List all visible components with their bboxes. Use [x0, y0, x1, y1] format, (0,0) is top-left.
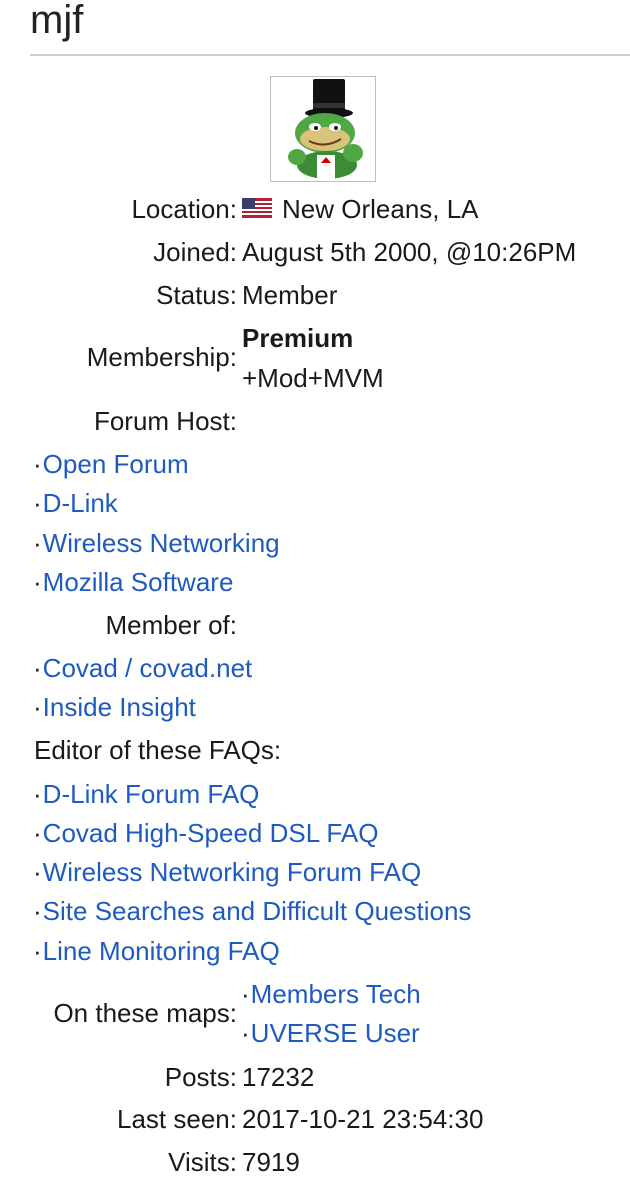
faq-link-d-link-forum-faq[interactable]: ·D-Link Forum FAQ: [33, 779, 259, 810]
frog-in-top-hat-avatar-icon: [288, 79, 363, 179]
location-value: New Orleans, LA: [282, 194, 479, 224]
location-label: Location:: [131, 194, 237, 224]
location-value-row: New Orleans, LA: [242, 194, 479, 227]
joined-label: Joined:: [153, 237, 237, 267]
faq-link-line-monitoring-faq[interactable]: ·Line Monitoring FAQ: [33, 936, 280, 967]
membership-tier-text: Premium: [242, 323, 354, 353]
heading-divider: [30, 54, 630, 56]
faq-link-wireless-networking-faq[interactable]: ·Wireless Networking Forum FAQ: [33, 857, 421, 888]
member-of-label: Member of:: [105, 610, 238, 640]
forum-host-link-open-forum[interactable]: ·Open Forum: [33, 449, 189, 480]
username-heading: mjf: [30, 0, 84, 42]
forum-host-link-mozilla-software[interactable]: ·Mozilla Software: [33, 567, 233, 598]
forum-host-label: Forum Host:: [93, 406, 237, 436]
posts-value: 17232: [242, 1062, 315, 1092]
member-of-link-inside-insight[interactable]: ·Inside Insight: [33, 692, 196, 723]
forum-host-link-wireless-networking[interactable]: ·Wireless Networking: [33, 528, 280, 559]
last-seen-label: Last seen:: [117, 1104, 237, 1134]
faq-editor-label: Editor of these FAQs:: [34, 735, 282, 765]
joined-value: August 5th 2000, @10:26PM: [242, 237, 577, 267]
visits-value: 7919: [242, 1147, 300, 1177]
us-flag-icon: [242, 194, 272, 225]
visits-label: Visits:: [168, 1147, 237, 1177]
maps-label: On these maps:: [53, 998, 237, 1028]
membership-extra: +Mod+MVM: [242, 363, 384, 393]
posts-label: Posts:: [164, 1062, 237, 1092]
status-value: Member: [242, 280, 338, 310]
maps-link-uverse-user[interactable]: ·UVERSE User: [241, 1018, 420, 1049]
faq-link-covad-dsl-faq[interactable]: ·Covad High-Speed DSL FAQ: [33, 818, 378, 849]
membership-tier: Premium: [242, 323, 353, 354]
last-seen-value: 2017-10-21 23:54:30: [242, 1104, 484, 1134]
member-of-link-covad[interactable]: ·Covad / covad.net: [33, 653, 252, 684]
maps-link-members-tech[interactable]: ·Members Tech: [241, 979, 421, 1010]
membership-label: Membership:: [86, 342, 237, 372]
forum-host-link-d-link[interactable]: ·D-Link: [33, 488, 118, 519]
faq-link-site-searches[interactable]: ·Site Searches and Difficult Questions: [33, 896, 471, 927]
avatar[interactable]: [270, 76, 376, 182]
status-label: Status:: [156, 280, 237, 310]
